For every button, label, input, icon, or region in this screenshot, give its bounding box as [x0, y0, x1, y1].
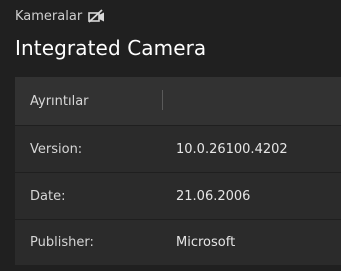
header-divider [162, 90, 163, 110]
date-value: 21.06.2006 [176, 188, 251, 204]
version-label: Version: [30, 141, 83, 157]
publisher-label: Publisher: [30, 235, 94, 250]
breadcrumb: Kameralar [15, 6, 107, 26]
details-header: Ayrıntılar [15, 77, 341, 125]
camera-off-icon [87, 9, 107, 23]
page-title: Integrated Camera [15, 36, 207, 60]
date-label: Date: [30, 188, 66, 204]
camera-settings-page: Kameralar Integrated Camera Ayrıntılar V… [0, 0, 341, 271]
breadcrumb-kameralar-link[interactable]: Kameralar [15, 9, 82, 24]
details-row-version: Version: 10.0.26100.4202 [15, 125, 341, 172]
publisher-value: Microsoft [176, 235, 236, 250]
details-row-date: Date: 21.06.2006 [15, 172, 341, 219]
details-header-label: Ayrıntılar [30, 93, 89, 109]
details-row-publisher: Publisher: Microsoft [15, 219, 341, 265]
version-value: 10.0.26100.4202 [176, 141, 288, 157]
details-panel: Ayrıntılar Version: 10.0.26100.4202 Date… [15, 77, 341, 265]
